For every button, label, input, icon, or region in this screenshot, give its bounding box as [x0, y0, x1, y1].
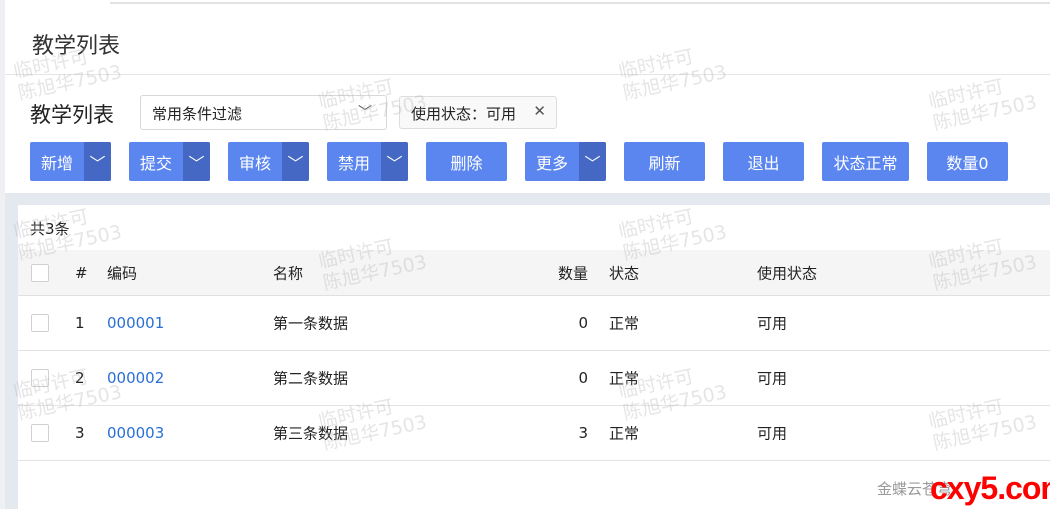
toolbar-button-1[interactable]: 提交 ﹀ — [129, 142, 210, 181]
button-label: 状态正常 — [833, 153, 898, 173]
row-name: 第二条数据 — [273, 369, 349, 388]
row-quantity: 3 — [578, 424, 588, 442]
button-label: 审核 — [238, 153, 271, 173]
header-use-status[interactable]: 使用状态 — [757, 262, 817, 283]
button-label: 数量0 — [946, 153, 989, 173]
row-use-status: 可用 — [757, 314, 788, 333]
section-separator-left — [5, 205, 18, 509]
row-code-link[interactable]: 000001 — [107, 314, 164, 332]
select-all-checkbox[interactable] — [31, 263, 49, 282]
button-label: 提交 — [139, 153, 172, 173]
row-code-link[interactable]: 000003 — [107, 424, 164, 442]
row-status: 正常 — [609, 424, 640, 443]
filter-select-value: 常用条件过滤 — [152, 105, 243, 123]
row-index: 2 — [75, 369, 85, 387]
toolbar-button-3[interactable]: 禁用 ﹀ — [327, 142, 408, 181]
header-index: # — [75, 263, 88, 282]
row-use-status: 可用 — [757, 424, 788, 443]
button-label: 新增 — [40, 153, 73, 173]
toolbar-button-5[interactable]: 更多 ﹀ — [525, 142, 606, 181]
table-row[interactable]: 3 000003 第三条数据 3 正常 可用 — [18, 406, 1050, 461]
row-checkbox[interactable] — [31, 424, 49, 442]
top-divider — [110, 2, 1050, 4]
filter-tag-label: 使用状态：可用 — [411, 105, 517, 123]
page-title: 教学列表 — [32, 34, 121, 59]
close-icon[interactable]: ✕ — [533, 102, 546, 120]
row-quantity: 0 — [578, 314, 588, 332]
table-header: # 编码 名称 数量 状态 使用状态 — [18, 250, 1050, 296]
row-use-status: 可用 — [757, 369, 788, 388]
row-checkbox[interactable] — [31, 369, 49, 387]
toolbar-button-4[interactable]: 删除 — [426, 142, 507, 181]
chevron-down-icon[interactable]: ﹀ — [183, 142, 210, 181]
row-name: 第一条数据 — [273, 314, 349, 333]
row-name: 第三条数据 — [273, 424, 349, 443]
header-code[interactable]: 编码 — [107, 262, 137, 283]
row-index: 1 — [75, 314, 85, 332]
chevron-down-icon[interactable]: ﹀ — [84, 142, 111, 181]
header-quantity[interactable]: 数量 — [558, 262, 588, 283]
toolbar-button-0[interactable]: 新增 ﹀ — [30, 142, 111, 181]
watermark: 临时许可 陈旭华7503 — [616, 45, 729, 105]
filter-select[interactable]: 常用条件过滤 ﹀ — [140, 95, 387, 130]
button-label: 更多 — [535, 153, 568, 173]
toolbar-button-6[interactable]: 刷新 — [624, 142, 705, 181]
toolbar-button-2[interactable]: 审核 ﹀ — [228, 142, 309, 181]
row-status: 正常 — [609, 314, 640, 333]
section-separator — [5, 193, 1050, 205]
row-status: 正常 — [609, 369, 640, 388]
chevron-down-icon[interactable]: ﹀ — [282, 142, 309, 181]
row-quantity: 0 — [578, 369, 588, 387]
chevron-down-icon[interactable]: ﹀ — [381, 142, 408, 181]
button-label: 刷新 — [648, 153, 681, 173]
toolbar-button-9[interactable]: 数量0 — [927, 142, 1008, 181]
toolbar-button-8[interactable]: 状态正常 — [822, 142, 909, 181]
header-name[interactable]: 名称 — [273, 262, 303, 283]
header-status[interactable]: 状态 — [609, 262, 639, 283]
chevron-down-icon[interactable]: ﹀ — [579, 142, 606, 181]
button-label: 删除 — [450, 153, 483, 173]
button-label: 禁用 — [337, 153, 370, 173]
table-row[interactable]: 2 000002 第二条数据 0 正常 可用 — [18, 351, 1050, 406]
button-label: 退出 — [747, 153, 780, 173]
chevron-down-icon: ﹀ — [358, 105, 372, 121]
row-code-link[interactable]: 000002 — [107, 369, 164, 387]
watermark: 临时许可 陈旭华7503 — [926, 75, 1039, 135]
row-checkbox[interactable] — [31, 314, 49, 332]
list-title: 教学列表 — [30, 103, 114, 127]
record-count: 共3条 — [30, 220, 70, 238]
table-row[interactable]: 1 000001 第一条数据 0 正常 可用 — [18, 296, 1050, 351]
divider — [5, 74, 1050, 75]
toolbar-button-7[interactable]: 退出 — [723, 142, 804, 181]
row-index: 3 — [75, 424, 85, 442]
filter-tag: 使用状态：可用 ✕ — [399, 96, 557, 129]
site-logo: cxy5.com — [930, 470, 1050, 506]
